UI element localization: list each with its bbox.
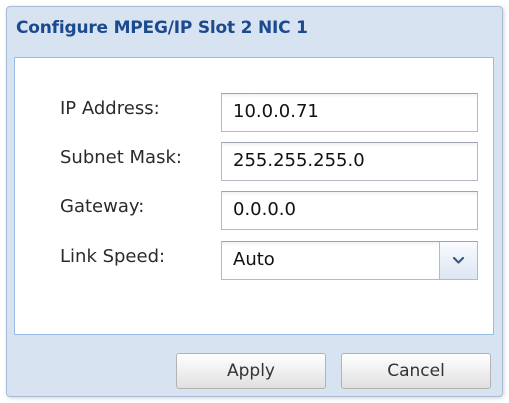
cancel-button[interactable]: Cancel <box>341 353 491 389</box>
gateway-value: 0.0.0.0 <box>233 199 296 220</box>
chevron-down-icon <box>453 257 464 264</box>
ip-address-value: 10.0.0.71 <box>233 101 319 122</box>
configure-nic-dialog: Configure MPEG/IP Slot 2 NIC 1 IP Addres… <box>6 6 503 397</box>
subnet-mask-label: Subnet Mask: <box>60 147 182 168</box>
link-speed-combo[interactable]: Auto <box>221 241 478 280</box>
form-panel: IP Address: 10.0.0.71 Subnet Mask: 255.2… <box>14 57 494 335</box>
ip-address-field[interactable]: 10.0.0.71 <box>221 93 478 132</box>
gateway-field[interactable]: 0.0.0.0 <box>221 191 478 230</box>
gateway-label: Gateway: <box>60 196 145 217</box>
link-speed-value: Auto <box>233 249 275 270</box>
apply-button[interactable]: Apply <box>176 353 326 389</box>
dialog-title: Configure MPEG/IP Slot 2 NIC 1 <box>16 18 308 38</box>
subnet-mask-field[interactable]: 255.255.255.0 <box>221 142 478 181</box>
ip-address-label: IP Address: <box>60 98 160 119</box>
link-speed-dropdown-button[interactable] <box>439 242 477 279</box>
subnet-mask-value: 255.255.255.0 <box>233 150 365 171</box>
link-speed-label: Link Speed: <box>60 246 166 267</box>
